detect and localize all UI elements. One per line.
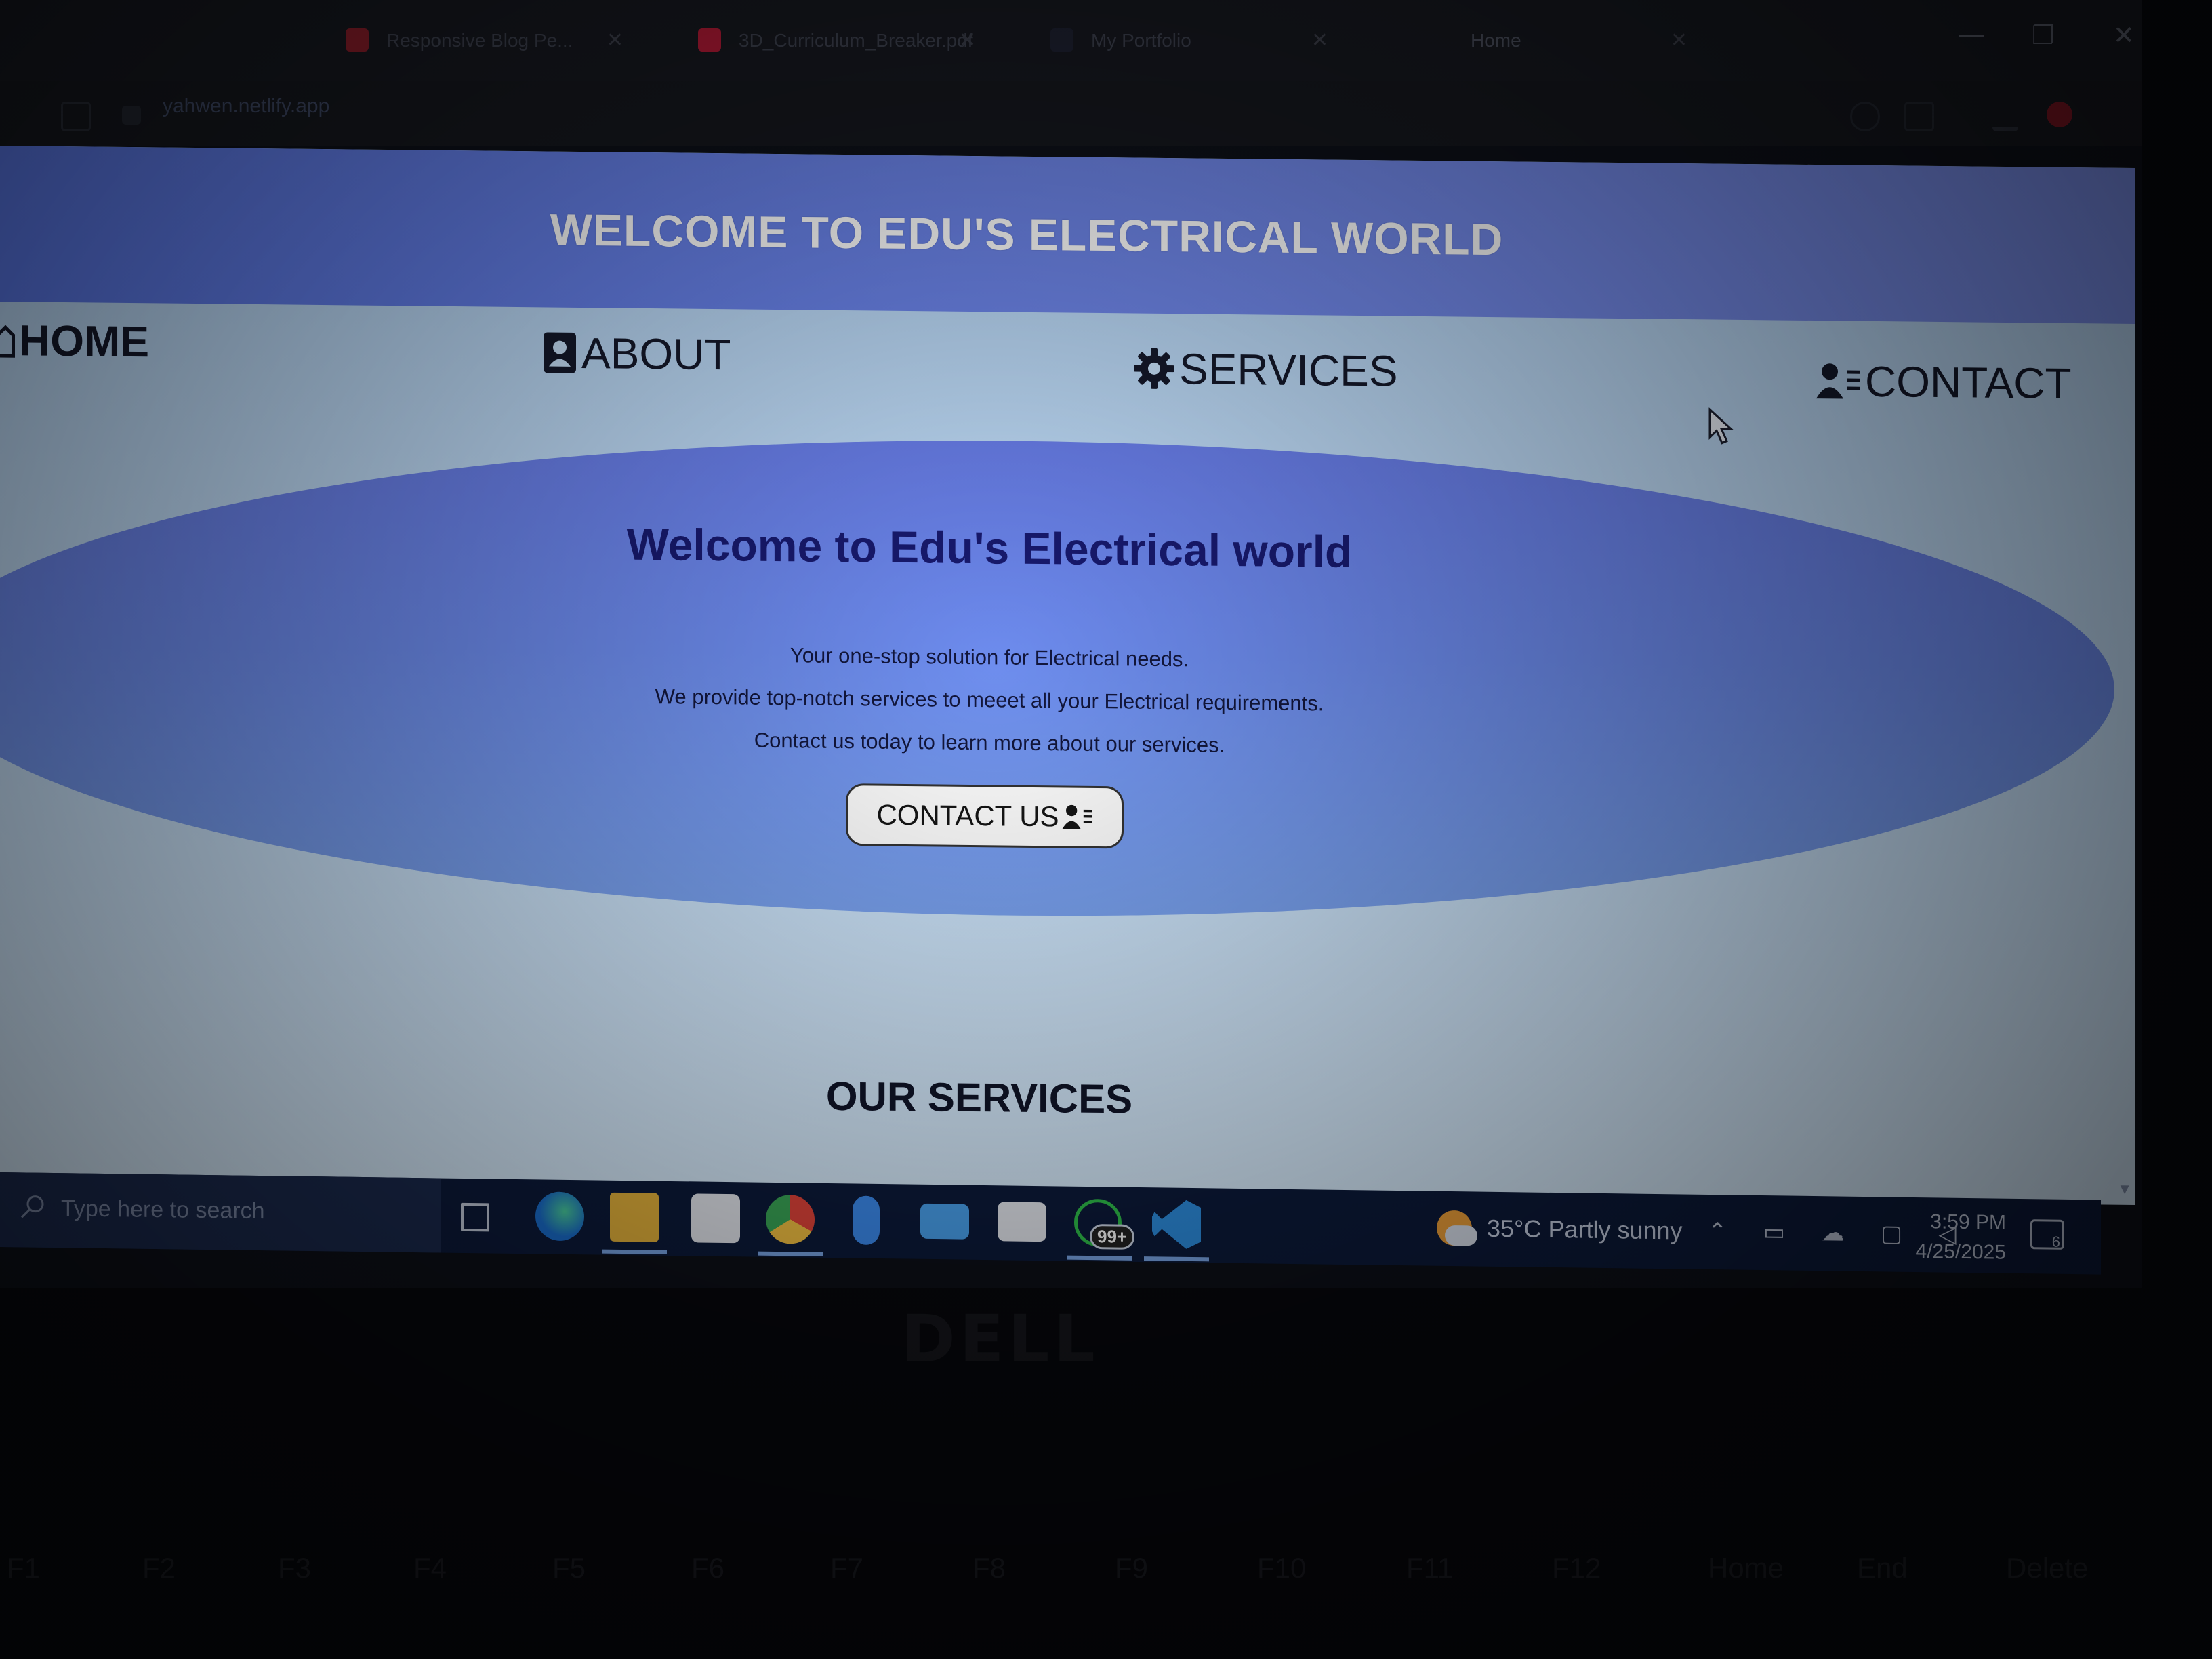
search-icon (20, 1195, 44, 1218)
keyboard-function-row: F1 F2 F3 F4 F5 F6 F7 F8 F9 F10 F11 F12 H… (0, 1525, 2212, 1659)
home-icon (0, 325, 15, 358)
bookmark-star-icon[interactable] (1904, 102, 1934, 131)
taskbar-search-box[interactable]: Type here to search (0, 1172, 441, 1253)
tab-title: Home (1471, 30, 1521, 51)
nav-label: CONTACT (1865, 356, 2072, 409)
zoom-icon[interactable] (1850, 102, 1880, 131)
close-window-button[interactable]: ✕ (2113, 20, 2135, 51)
weather-widget[interactable]: 35°C Partly sunny (1437, 1210, 1683, 1249)
keyboard-key: End (1857, 1552, 1908, 1584)
download-icon[interactable] (1992, 102, 2018, 131)
nav-home[interactable]: HOME (0, 315, 149, 367)
keyboard-key: F3 (278, 1552, 312, 1584)
partly-sunny-icon (1437, 1210, 1477, 1246)
active-indicator (758, 1251, 823, 1256)
mail-icon[interactable] (920, 1203, 969, 1240)
reload-icon[interactable] (61, 102, 91, 131)
keyboard-key: F2 (142, 1552, 176, 1584)
keyboard-key: F12 (1552, 1552, 1601, 1584)
nav-services[interactable]: SERVICES (1133, 344, 1398, 396)
taskbar-clock[interactable]: 3:59 PM 4/25/2025 (1911, 1207, 2006, 1268)
browser-tab-bar: Responsive Blog Pe... ✕ 3D_Curriculum_Br… (0, 0, 2142, 81)
keyboard-key: F6 (691, 1552, 725, 1584)
mouse-cursor-icon (1708, 407, 1734, 445)
user-list-icon (1062, 804, 1092, 830)
keyboard-key: F1 (7, 1552, 41, 1584)
file-explorer-icon[interactable] (610, 1192, 659, 1242)
tab-close-icon[interactable]: ✕ (1311, 14, 1328, 68)
url-field[interactable]: yahwen.netlify.app (163, 95, 329, 118)
keyboard-key: F10 (1257, 1552, 1307, 1584)
keyboard-key: F9 (1115, 1552, 1149, 1584)
vscode-icon[interactable] (1152, 1200, 1201, 1249)
tab-close-icon[interactable]: ✕ (607, 14, 623, 68)
nav-label: ABOUT (581, 328, 731, 380)
tab-close-icon[interactable]: ✕ (959, 14, 976, 68)
user-list-icon (1816, 363, 1860, 399)
tab-close-icon[interactable]: ✕ (1671, 14, 1687, 68)
gear-icon (1134, 348, 1174, 389)
restore-button[interactable]: ❐ (2032, 20, 2055, 51)
dell-logo: DELL (901, 1301, 1099, 1377)
nav-about[interactable]: ABOUT (542, 327, 731, 380)
edge-icon[interactable] (535, 1191, 584, 1242)
chrome-icon[interactable] (766, 1194, 815, 1244)
nav-label: SERVICES (1179, 344, 1398, 396)
nav-contact[interactable]: CONTACT (1816, 356, 2072, 409)
scroll-down-arrow-icon[interactable]: ▼ (2117, 1181, 2132, 1198)
keyboard-key: Home (1708, 1552, 1784, 1584)
whatsapp-badge: 99+ (1090, 1224, 1135, 1250)
keyboard-key: Delete (2006, 1552, 2089, 1584)
browser-tab-active[interactable]: Home ✕ (1389, 14, 1701, 68)
keyboard-key: F4 (413, 1552, 447, 1584)
contact-us-button[interactable]: CONTACT US (846, 783, 1124, 849)
section-title: OUR SERVICES (825, 1073, 1133, 1122)
tab-favicon-icon (1050, 28, 1073, 52)
active-indicator (602, 1249, 667, 1254)
site-nav: HOME ABOUT SERVICES CONTACT (0, 302, 2135, 426)
pdf-icon (698, 28, 721, 52)
laptop-screen: Responsive Blog Pe... ✕ 3D_Curriculum_Br… (0, 0, 2142, 1288)
notification-center-icon[interactable]: 6 (2030, 1219, 2064, 1250)
store-icon[interactable] (691, 1193, 740, 1244)
tab-favicon-icon (346, 28, 369, 52)
banner-title: WELCOME TO EDU'S ELECTRICAL WORLD (550, 204, 1504, 265)
tab-title: Responsive Blog Pe... (386, 30, 573, 51)
browser-tab[interactable]: My Portfolio ✕ (1030, 14, 1342, 68)
keyboard-key: F5 (552, 1552, 586, 1584)
contact-card-icon (544, 332, 576, 373)
active-indicator (1144, 1256, 1209, 1262)
button-label: CONTACT US (876, 798, 1059, 833)
active-indicator (1067, 1255, 1132, 1261)
profile-avatar[interactable] (2047, 102, 2072, 127)
minimize-button[interactable]: — (1959, 20, 1984, 49)
task-view-icon[interactable] (461, 1202, 489, 1232)
tab-title: My Portfolio (1091, 30, 1191, 51)
address-bar: yahwen.netlify.app (0, 81, 2142, 146)
search-placeholder: Type here to search (61, 1195, 265, 1225)
clock-date: 4/25/2025 (1915, 1240, 2006, 1264)
site-info-icon[interactable] (122, 106, 141, 125)
web-page: WELCOME TO EDU'S ELECTRICAL WORLD HOME A… (0, 146, 2135, 1205)
bluetooth-icon[interactable] (853, 1195, 880, 1245)
site-banner: WELCOME TO EDU'S ELECTRICAL WORLD (0, 146, 2135, 324)
keyboard-key: F8 (972, 1552, 1006, 1584)
keyboard-key: F7 (830, 1552, 864, 1584)
nav-label: HOME (19, 316, 149, 367)
browser-tab[interactable]: Responsive Blog Pe... ✕ (325, 14, 637, 68)
browser-tab[interactable]: 3D_Curriculum_Breaker.pdf ✕ (678, 14, 989, 68)
calendar-icon[interactable] (998, 1202, 1046, 1242)
tab-title: 3D_Curriculum_Breaker.pdf (739, 30, 973, 51)
weather-text: 35°C Partly sunny (1487, 1214, 1683, 1245)
keyboard-key: F11 (1406, 1552, 1454, 1584)
clock-time: 3:59 PM (1930, 1210, 2006, 1234)
